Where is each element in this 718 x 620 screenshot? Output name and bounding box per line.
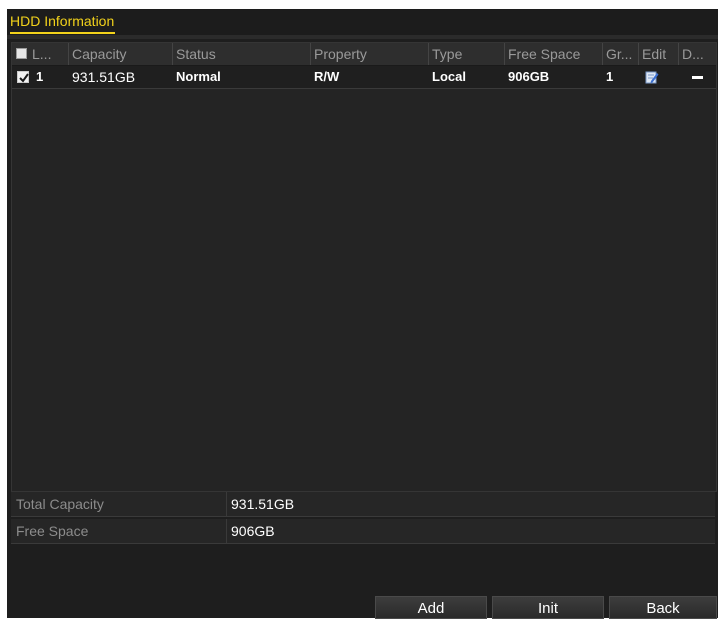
column-header-group[interactable]: Gr... <box>602 43 638 65</box>
free-space-label: Free Space <box>11 519 226 544</box>
column-header-label[interactable]: L... <box>12 43 68 65</box>
title-divider <box>7 35 718 39</box>
total-capacity-label: Total Capacity <box>11 492 226 517</box>
hdd-information-window: HDD Information L... Capacity Status Pro… <box>7 9 718 619</box>
cell-property: R/W <box>314 69 340 84</box>
column-header-free-space[interactable]: Free Space <box>504 43 602 65</box>
column-header-delete[interactable]: D... <box>678 43 716 65</box>
cell-group: 1 <box>606 69 614 84</box>
init-button[interactable]: Init <box>492 596 604 619</box>
title-bar: HDD Information <box>7 9 718 35</box>
back-button[interactable]: Back <box>609 596 717 619</box>
row-checkbox[interactable] <box>17 71 29 83</box>
hdd-table: L... Capacity Status Property Type Free … <box>11 42 717 492</box>
edit-icon[interactable] <box>645 70 659 84</box>
cell-type: Local <box>432 69 466 84</box>
tab-hdd-information[interactable]: HDD Information <box>10 12 116 34</box>
column-header-capacity[interactable]: Capacity <box>68 43 172 65</box>
free-space-value: 906GB <box>226 519 715 544</box>
cell-label: 1 <box>36 69 44 84</box>
cell-capacity: 931.51GB <box>72 69 136 85</box>
column-header-property[interactable]: Property <box>310 43 428 65</box>
cell-status: Normal <box>176 69 221 84</box>
table-row[interactable]: 1 931.51GB Normal R/W Local 906GB 1 <box>12 66 716 89</box>
column-header-edit[interactable]: Edit <box>638 43 678 65</box>
table-header: L... Capacity Status Property Type Free … <box>12 43 716 66</box>
total-capacity-value: 931.51GB <box>226 492 715 517</box>
total-capacity-row: Total Capacity 931.51GB <box>7 492 718 518</box>
checkmark-icon <box>19 73 29 83</box>
add-button[interactable]: Add <box>375 596 487 619</box>
free-space-row: Free Space 906GB <box>7 519 718 545</box>
column-header-type[interactable]: Type <box>428 43 504 65</box>
cell-free-space: 906GB <box>508 69 550 84</box>
select-all-checkbox[interactable] <box>16 48 27 59</box>
minus-icon[interactable] <box>692 76 703 79</box>
column-header-status[interactable]: Status <box>172 43 310 65</box>
